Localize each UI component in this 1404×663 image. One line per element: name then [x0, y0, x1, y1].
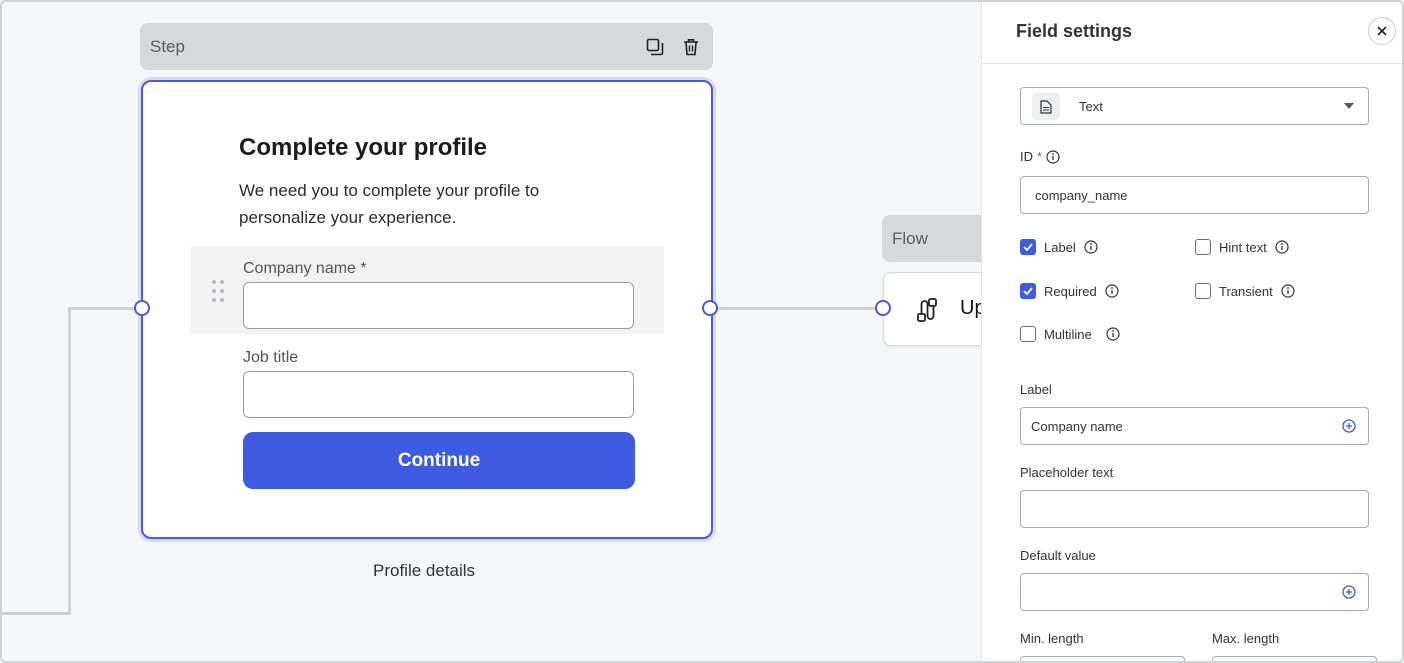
checkbox-checked[interactable]: [1020, 239, 1036, 255]
field-type-value: Text: [1079, 99, 1103, 114]
label-input[interactable]: Company name: [1020, 407, 1369, 445]
default-value-input[interactable]: [1020, 573, 1369, 611]
info-icon[interactable]: [1105, 284, 1119, 298]
max-length-label: Max. length: [1212, 631, 1280, 646]
option-hint-text-label: Hint text: [1219, 239, 1267, 255]
checkbox-unchecked[interactable]: [1195, 239, 1211, 255]
placeholder-field-label: Placeholder text: [1020, 465, 1114, 480]
panel-header: Field settings: [982, 2, 1402, 64]
default-value-label: Default value: [1020, 548, 1096, 563]
flow-icon: [914, 297, 940, 323]
connector-line: [68, 307, 142, 310]
card-title: Complete your profile: [239, 134, 488, 161]
chevron-down-icon: [1344, 103, 1354, 109]
job-title-label: Job title: [243, 349, 299, 366]
step-node-header[interactable]: Step: [140, 23, 713, 70]
document-icon: [1032, 93, 1060, 120]
step-output-port[interactable]: [702, 300, 718, 316]
info-icon[interactable]: [1275, 240, 1289, 254]
checkbox-unchecked[interactable]: [1020, 326, 1036, 342]
info-icon[interactable]: [1084, 240, 1098, 254]
flow-header-title: Flow: [892, 228, 928, 248]
step-header-title: Step: [150, 36, 185, 56]
info-icon[interactable]: [1106, 327, 1120, 341]
info-icon[interactable]: [1281, 284, 1295, 298]
option-label-text: Label: [1044, 239, 1076, 255]
flow-input-port[interactable]: [875, 300, 891, 316]
max-length-input[interactable]: [1212, 656, 1377, 661]
placeholder-input[interactable]: [1020, 490, 1369, 528]
min-length-label: Min. length: [1020, 631, 1084, 646]
step-caption: Profile details: [373, 561, 476, 580]
job-title-input[interactable]: [243, 371, 634, 418]
add-variable-icon[interactable]: [1342, 585, 1356, 599]
option-multiline[interactable]: Multiline: [1020, 326, 1120, 342]
option-label[interactable]: Label: [1020, 239, 1098, 255]
connector-line: [68, 308, 71, 615]
option-hint-text[interactable]: Hint text: [1195, 239, 1289, 255]
trash-icon[interactable]: [679, 35, 703, 59]
field-settings-panel: Field settings Text ID * company_name La…: [981, 2, 1402, 661]
option-required[interactable]: Required: [1020, 283, 1119, 299]
drag-handle-icon[interactable]: [210, 279, 226, 303]
close-button[interactable]: [1368, 17, 1396, 45]
option-transient[interactable]: Transient: [1195, 283, 1295, 299]
min-length-input[interactable]: [1020, 656, 1185, 661]
option-multiline-label: Multiline: [1044, 326, 1092, 342]
continue-button[interactable]: Continue: [243, 432, 635, 489]
id-label-text: ID: [1020, 149, 1033, 164]
close-icon: [1377, 26, 1387, 36]
duplicate-icon[interactable]: [643, 35, 667, 59]
step-input-port[interactable]: [134, 300, 150, 316]
field-type-select[interactable]: Text: [1020, 87, 1369, 125]
id-value: company_name: [1035, 187, 1128, 203]
company-name-input[interactable]: [243, 282, 634, 329]
connector-line: [2, 612, 71, 615]
info-icon[interactable]: [1046, 149, 1060, 164]
connector-line: [712, 307, 884, 310]
step-node-card[interactable]: Complete your profile We need you to com…: [141, 80, 713, 539]
id-input[interactable]: company_name: [1020, 176, 1369, 214]
add-variable-icon[interactable]: [1342, 419, 1356, 433]
flow-editor-canvas: Step Complete your profile We need you t…: [0, 0, 1404, 663]
checkbox-unchecked[interactable]: [1195, 283, 1211, 299]
checkbox-checked[interactable]: [1020, 283, 1036, 299]
label-field-label: Label: [1020, 382, 1052, 397]
option-transient-label: Transient: [1219, 283, 1273, 299]
id-label: ID *: [1020, 149, 1060, 164]
company-name-label: Company name *: [243, 260, 367, 277]
option-required-label: Required: [1044, 283, 1097, 299]
label-value: Company name: [1031, 418, 1123, 434]
panel-title: Field settings: [1016, 21, 1133, 41]
card-description: We need you to complete your profile to …: [239, 181, 540, 227]
required-mark: *: [1037, 149, 1043, 164]
